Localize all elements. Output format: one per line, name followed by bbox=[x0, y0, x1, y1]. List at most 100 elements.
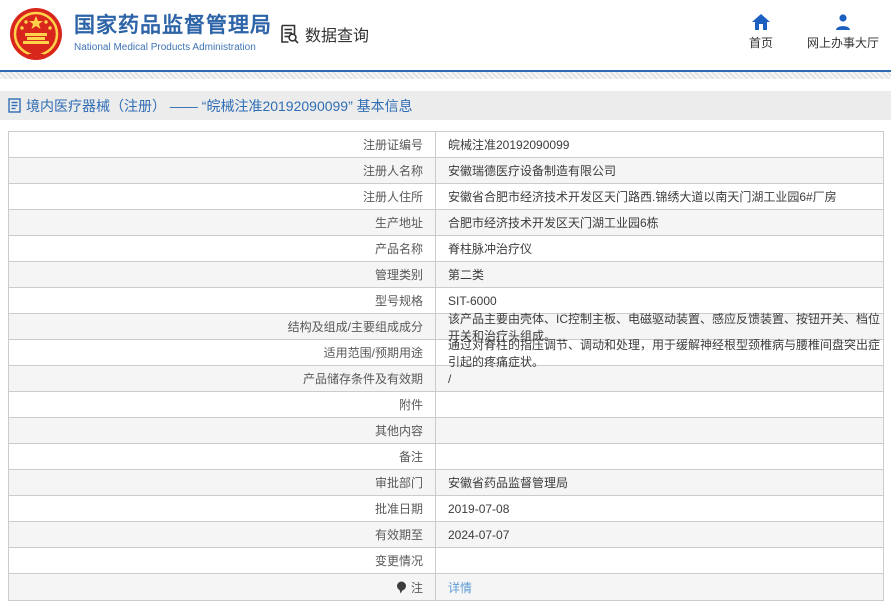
row-label-text: 产品储存条件及有效期 bbox=[302, 372, 423, 386]
row-label: 其他内容 bbox=[9, 418, 436, 443]
header-hatch-band bbox=[0, 72, 891, 79]
row-value-text: 第二类 bbox=[448, 268, 485, 282]
row-value-text: 安徽瑞德医疗设备制造有限公司 bbox=[448, 164, 617, 178]
page-header: 国家药品监督管理局 National Medical Products Admi… bbox=[0, 0, 891, 70]
header-nav: 首页 网上办事大厅 bbox=[749, 14, 879, 51]
table-row: 注册人名称 安徽瑞德医疗设备制造有限公司 bbox=[9, 158, 883, 184]
user-icon bbox=[834, 14, 852, 30]
row-value bbox=[436, 418, 883, 443]
row-label: 产品储存条件及有效期 bbox=[9, 366, 436, 391]
national-emblem-logo bbox=[8, 7, 64, 63]
row-label: 结构及组成/主要组成成分 bbox=[9, 314, 436, 339]
row-label-text: 产品名称 bbox=[374, 242, 423, 256]
table-row: 审批部门 安徽省药品监督管理局 bbox=[9, 470, 883, 496]
row-value-text: 皖械注准20192090099 bbox=[448, 138, 570, 152]
row-label-text: 注 bbox=[410, 580, 423, 595]
row-label: 管理类别 bbox=[9, 262, 436, 287]
note-pin-icon bbox=[396, 581, 407, 594]
site-title: 国家药品监督管理局 bbox=[74, 14, 272, 37]
document-search-icon bbox=[278, 23, 300, 45]
row-label: 审批部门 bbox=[9, 470, 436, 495]
row-value-text: 通过对脊柱的指压调节、调动和处理，用于缓解神经根型颈椎病与腰椎间盘突出症引起的疼… bbox=[448, 337, 881, 369]
table-row: 附件 bbox=[9, 392, 883, 418]
row-value-text: 脊柱脉冲治疗仪 bbox=[448, 242, 533, 256]
table-row: 生产地址 合肥市经济技术开发区天门湖工业园6栋 bbox=[9, 210, 883, 236]
row-value bbox=[436, 444, 883, 469]
row-label: 批准日期 bbox=[9, 496, 436, 521]
row-value: 脊柱脉冲治疗仪 bbox=[436, 236, 883, 261]
row-label-text: 适用范围/预期用途 bbox=[323, 346, 423, 360]
details-link[interactable]: 详情 bbox=[448, 579, 472, 596]
row-label: 变更情况 bbox=[9, 548, 436, 573]
row-value: 合肥市经济技术开发区天门湖工业园6栋 bbox=[436, 210, 883, 235]
row-value: 2019-07-08 bbox=[436, 496, 883, 521]
row-value: 通过对脊柱的指压调节、调动和处理，用于缓解神经根型颈椎病与腰椎间盘突出症引起的疼… bbox=[436, 338, 883, 369]
table-row: 批准日期 2019-07-08 bbox=[9, 496, 883, 522]
row-label: 型号规格 bbox=[9, 288, 436, 313]
section-title: 数据查询 bbox=[305, 28, 370, 45]
row-label: 注册证编号 bbox=[9, 132, 436, 157]
table-row: 适用范围/预期用途 通过对脊柱的指压调节、调动和处理，用于缓解神经根型颈椎病与腰椎… bbox=[9, 338, 883, 369]
row-value-text: / bbox=[448, 371, 452, 386]
breadcrumb: 境内医疗器械（注册） —— “皖械注准20192090099” 基本信息 bbox=[0, 91, 891, 120]
row-label: 注 bbox=[9, 574, 436, 600]
table-row: 备注 bbox=[9, 444, 883, 470]
nav-online-hall-label: 网上办事大厅 bbox=[806, 36, 879, 50]
row-value-text: 安徽省药品监督管理局 bbox=[448, 476, 569, 490]
row-value: / bbox=[436, 366, 883, 391]
row-label-text: 备注 bbox=[398, 450, 423, 464]
row-value-text: 合肥市经济技术开发区天门湖工业园6栋 bbox=[448, 216, 659, 230]
row-label: 注册人名称 bbox=[9, 158, 436, 183]
row-label-text: 生产地址 bbox=[374, 216, 423, 230]
row-label: 适用范围/预期用途 bbox=[9, 340, 436, 365]
nav-home[interactable]: 首页 bbox=[749, 14, 773, 51]
row-value bbox=[436, 392, 883, 417]
table-row: 产品名称 脊柱脉冲治疗仪 bbox=[9, 236, 883, 262]
row-value-text: 2019-07-08 bbox=[448, 501, 510, 516]
row-value: 详情 bbox=[436, 574, 883, 600]
home-icon bbox=[751, 14, 770, 30]
row-value-text: 2024-07-07 bbox=[448, 527, 510, 542]
table-row: 有效期至 2024-07-07 bbox=[9, 522, 883, 548]
document-icon bbox=[8, 98, 21, 113]
row-label: 附件 bbox=[9, 392, 436, 417]
brand-block: 国家药品监督管理局 National Medical Products Admi… bbox=[74, 13, 272, 53]
row-label-text: 管理类别 bbox=[374, 268, 423, 282]
breadcrumb-text: 境内医疗器械（注册） —— “皖械注准20192090099” 基本信息 bbox=[26, 97, 413, 114]
row-label: 生产地址 bbox=[9, 210, 436, 235]
row-label-text: 其他内容 bbox=[374, 424, 423, 438]
row-label-text: 注册人名称 bbox=[362, 164, 423, 178]
data-query-section: 数据查询 bbox=[278, 22, 369, 46]
row-value: 安徽省药品监督管理局 bbox=[436, 470, 883, 495]
row-label: 产品名称 bbox=[9, 236, 436, 261]
registration-detail-table: 注册证编号 皖械注准20192090099 注册人名称 安徽瑞德医疗设备制造有限公司注… bbox=[8, 131, 884, 601]
row-label-text: 变更情况 bbox=[374, 554, 423, 568]
row-label-text: 型号规格 bbox=[374, 294, 423, 308]
row-label: 有效期至 bbox=[9, 522, 436, 547]
table-row: 注 详情 bbox=[9, 574, 883, 600]
row-value: 皖械注准20192090099 bbox=[436, 132, 883, 157]
row-value bbox=[436, 548, 883, 573]
row-value: 安徽省合肥市经济技术开发区天门路西.锦绣大道以南天门湖工业园6#厂房 bbox=[436, 184, 883, 209]
table-row: 注册证编号 皖械注准20192090099 bbox=[9, 132, 883, 158]
row-value-text: SIT-6000 bbox=[448, 293, 497, 308]
table-row: 其他内容 bbox=[9, 418, 883, 444]
table-row: 变更情况 bbox=[9, 548, 883, 574]
table-row: 管理类别 第二类 bbox=[9, 262, 883, 288]
table-row: 产品储存条件及有效期 / bbox=[9, 366, 883, 392]
row-value: 2024-07-07 bbox=[436, 522, 883, 547]
row-label-text: 批准日期 bbox=[374, 502, 423, 516]
row-label: 注册人住所 bbox=[9, 184, 436, 209]
nav-home-label: 首页 bbox=[748, 36, 773, 50]
row-label-text: 结构及组成/主要组成成分 bbox=[287, 320, 423, 334]
nav-online-hall[interactable]: 网上办事大厅 bbox=[807, 14, 879, 51]
row-value: 安徽瑞德医疗设备制造有限公司 bbox=[436, 158, 883, 183]
row-label-text: 有效期至 bbox=[374, 528, 423, 542]
table-row: 注册人住所 安徽省合肥市经济技术开发区天门路西.锦绣大道以南天门湖工业园6#厂房 bbox=[9, 184, 883, 210]
row-label-text: 审批部门 bbox=[374, 476, 423, 490]
row-label-text: 注册人住所 bbox=[362, 190, 423, 204]
row-label-text: 注册证编号 bbox=[362, 138, 423, 152]
site-subtitle: National Medical Products Administration bbox=[74, 42, 256, 53]
row-label-text: 附件 bbox=[398, 398, 423, 412]
row-label: 备注 bbox=[9, 444, 436, 469]
